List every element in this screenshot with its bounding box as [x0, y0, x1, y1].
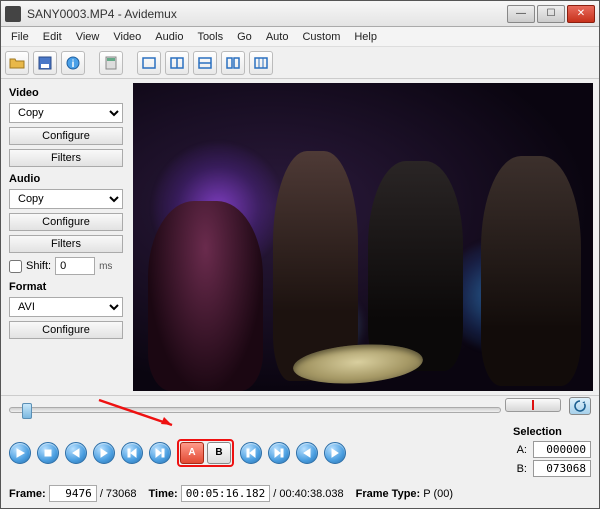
- shift-label: Shift:: [26, 260, 51, 272]
- video-preview[interactable]: [133, 83, 593, 391]
- goto-start-button[interactable]: [240, 442, 262, 464]
- layout-4-button[interactable]: [221, 51, 245, 75]
- menu-audio[interactable]: Audio: [149, 29, 189, 45]
- play-button[interactable]: [9, 442, 31, 464]
- minimize-button[interactable]: —: [507, 5, 535, 23]
- timeline-slider[interactable]: [9, 407, 501, 413]
- next-frame-button[interactable]: [93, 442, 115, 464]
- audio-shift-checkbox[interactable]: [9, 260, 22, 273]
- layout-5-button[interactable]: [249, 51, 273, 75]
- format-select[interactable]: AVI: [9, 297, 123, 317]
- selection-a-value[interactable]: 000000: [533, 441, 591, 458]
- open-button[interactable]: [5, 51, 29, 75]
- goto-end-button[interactable]: [268, 442, 290, 464]
- frame-label: Frame:: [9, 488, 46, 500]
- frametype-label: Frame Type:: [356, 488, 421, 500]
- video-codec-select[interactable]: Copy: [9, 103, 123, 123]
- shift-input[interactable]: [55, 257, 95, 275]
- selection-panel: Selection A: 000000 B: 073068: [513, 426, 591, 479]
- audio-codec-select[interactable]: Copy: [9, 189, 123, 209]
- titlebar: SANY0003.MP4 - Avidemux — ☐ ✕: [1, 1, 599, 27]
- video-filters-button[interactable]: Filters: [9, 149, 123, 167]
- set-marker-a-button[interactable]: A: [180, 442, 204, 464]
- toolbar: i: [1, 47, 599, 79]
- app-icon: [5, 6, 21, 22]
- format-section-label: Format: [9, 281, 123, 293]
- selection-a-label: A:: [513, 444, 527, 456]
- menu-auto[interactable]: Auto: [260, 29, 295, 45]
- menu-tools[interactable]: Tools: [191, 29, 229, 45]
- window-title: SANY0003.MP4 - Avidemux: [27, 7, 507, 21]
- bottom-panel: A B Selection A: 000000 B: 073068 Frame:: [1, 395, 599, 508]
- timeline-thumb[interactable]: [22, 403, 32, 419]
- layout-3-button[interactable]: [193, 51, 217, 75]
- prev-frame-button[interactable]: [65, 442, 87, 464]
- menu-custom[interactable]: Custom: [296, 29, 346, 45]
- refresh-button[interactable]: [569, 397, 591, 415]
- shift-unit: ms: [99, 261, 112, 272]
- next-keyframe-button[interactable]: [149, 442, 171, 464]
- time-current[interactable]: 00:05:16.182: [181, 485, 270, 502]
- time-total: / 00:40:38.038: [273, 488, 343, 500]
- menubar: File Edit View Video Audio Tools Go Auto…: [1, 27, 599, 47]
- audio-configure-button[interactable]: Configure: [9, 213, 123, 231]
- app-window: SANY0003.MP4 - Avidemux — ☐ ✕ File Edit …: [0, 0, 600, 509]
- prev-keyframe-button[interactable]: [121, 442, 143, 464]
- sidebar: Video Copy Configure Filters Audio Copy …: [1, 79, 131, 395]
- next-black-frame-button[interactable]: [324, 442, 346, 464]
- selection-b-value[interactable]: 073068: [533, 460, 591, 477]
- video-section-label: Video: [9, 87, 123, 99]
- layout-2-button[interactable]: [165, 51, 189, 75]
- audio-section-label: Audio: [9, 173, 123, 185]
- format-configure-button[interactable]: Configure: [9, 321, 123, 339]
- frametype-value: P (00): [423, 488, 453, 500]
- menu-file[interactable]: File: [5, 29, 35, 45]
- video-configure-button[interactable]: Configure: [9, 127, 123, 145]
- menu-edit[interactable]: Edit: [37, 29, 68, 45]
- maximize-button[interactable]: ☐: [537, 5, 565, 23]
- svg-text:i: i: [72, 59, 75, 70]
- frame-current[interactable]: 9476: [49, 485, 97, 502]
- frame-total: / 73068: [100, 488, 137, 500]
- layout-1-button[interactable]: [137, 51, 161, 75]
- status-bar: Frame: 9476 / 73068 Time: 00:05:16.182 /…: [9, 485, 591, 502]
- audio-filters-button[interactable]: Filters: [9, 235, 123, 253]
- time-label: Time:: [149, 488, 178, 500]
- mark-buttons-highlight: A B: [177, 439, 234, 467]
- menu-view[interactable]: View: [70, 29, 106, 45]
- menu-help[interactable]: Help: [348, 29, 383, 45]
- menu-video[interactable]: Video: [107, 29, 147, 45]
- prev-black-frame-button[interactable]: [296, 442, 318, 464]
- info-button[interactable]: i: [61, 51, 85, 75]
- stop-button[interactable]: [37, 442, 59, 464]
- set-marker-b-button[interactable]: B: [207, 442, 231, 464]
- save-button[interactable]: [33, 51, 57, 75]
- selection-header: Selection: [513, 426, 591, 438]
- menu-go[interactable]: Go: [231, 29, 258, 45]
- close-button[interactable]: ✕: [567, 5, 595, 23]
- vu-meter: [505, 398, 561, 412]
- calculator-button[interactable]: [99, 51, 123, 75]
- selection-b-label: B:: [513, 463, 527, 475]
